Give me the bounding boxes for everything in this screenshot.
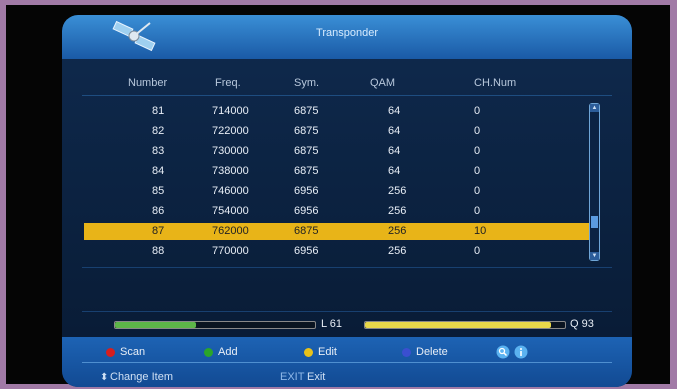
column-header-number: Number: [128, 77, 168, 89]
cell-sym: 6875: [294, 225, 319, 237]
column-header-chnum: CH.Num: [474, 77, 517, 89]
page-title: Transponder: [316, 27, 378, 39]
cell-freq: 754000: [212, 205, 249, 217]
exit-hint[interactable]: Exit: [307, 371, 325, 383]
cell-qam: 64: [388, 105, 401, 117]
cell-sym: 6875: [294, 105, 319, 117]
edit-button[interactable]: Edit: [318, 346, 337, 358]
scroll-down-icon[interactable]: ▼: [590, 252, 599, 260]
cell-chnum: 0: [474, 165, 481, 177]
updown-arrow-icon: ⬍: [100, 372, 109, 383]
scrollbar[interactable]: ▲ ▼: [589, 103, 600, 261]
cell-number: 85: [152, 185, 165, 197]
blue-key-icon: [402, 348, 411, 357]
cell-chnum: 0: [474, 105, 481, 117]
yellow-key-icon: [304, 348, 313, 357]
table-row[interactable]: 88 770000 6956 256 0: [84, 243, 592, 260]
cell-sym: 6875: [294, 165, 319, 177]
table-row[interactable]: 82 722000 6875 64 0: [84, 123, 592, 140]
table-row[interactable]: 81 714000 6875 64 0: [84, 103, 592, 120]
signal-level-fill: [115, 322, 196, 328]
cell-qam: 256: [388, 205, 407, 217]
scrollbar-thumb[interactable]: [591, 216, 598, 228]
footer-divider: [82, 362, 612, 363]
screen-frame: Transponder Number Freq. Sym. QAM CH.Num…: [6, 5, 670, 387]
header-divider: [82, 95, 612, 96]
delete-button[interactable]: Delete: [416, 346, 448, 358]
list-bottom-divider: [82, 267, 612, 268]
cell-chnum: 0: [474, 205, 481, 217]
transponder-panel: Transponder Number Freq. Sym. QAM CH.Num…: [62, 15, 632, 387]
cell-freq: 714000: [212, 105, 249, 117]
cell-sym: 6956: [294, 205, 319, 217]
add-button[interactable]: Add: [218, 346, 238, 358]
cell-chnum: 0: [474, 125, 481, 137]
cell-number: 87: [152, 225, 165, 237]
table-row[interactable]: 86 754000 6956 256 0: [84, 203, 592, 220]
cell-qam: 256: [388, 185, 407, 197]
scroll-up-icon[interactable]: ▲: [590, 104, 599, 112]
table-row[interactable]: 84 738000 6875 64 0: [84, 163, 592, 180]
cell-sym: 6956: [294, 185, 319, 197]
change-item-hint: Change Item: [110, 371, 173, 383]
table-row-selected[interactable]: 87 762000 6875 256 10: [84, 223, 592, 240]
cell-number: 81: [152, 105, 165, 117]
cell-qam: 64: [388, 165, 401, 177]
cell-freq: 762000: [212, 225, 249, 237]
cell-freq: 770000: [212, 245, 249, 257]
signal-quality-fill: [365, 322, 551, 328]
cell-freq: 730000: [212, 145, 249, 157]
red-key-icon: [106, 348, 115, 357]
cell-qam: 64: [388, 125, 401, 137]
cell-number: 86: [152, 205, 165, 217]
signal-level-bar: [114, 321, 316, 329]
signal-top-divider: [82, 311, 612, 312]
cell-chnum: 0: [474, 145, 481, 157]
green-key-icon: [204, 348, 213, 357]
cell-freq: 738000: [212, 165, 249, 177]
cell-sym: 6875: [294, 125, 319, 137]
cell-qam: 64: [388, 145, 401, 157]
cell-freq: 722000: [212, 125, 249, 137]
cell-chnum: 0: [474, 185, 481, 197]
cell-number: 84: [152, 165, 165, 177]
title-bar: Transponder: [62, 15, 632, 59]
cell-chnum: 0: [474, 245, 481, 257]
column-header-sym: Sym.: [294, 77, 320, 89]
column-header-qam: QAM: [370, 77, 396, 89]
cell-number: 88: [152, 245, 165, 257]
signal-quality-bar: [364, 321, 566, 329]
table-row[interactable]: 83 730000 6875 64 0: [84, 143, 592, 160]
cell-sym: 6875: [294, 145, 319, 157]
exit-key-label: EXIT: [280, 371, 305, 383]
cell-number: 83: [152, 145, 165, 157]
signal-level-label: L 61: [321, 318, 343, 330]
signal-quality-label: Q 93: [570, 318, 594, 330]
info-icon[interactable]: [514, 345, 528, 359]
scan-button[interactable]: Scan: [120, 346, 145, 358]
cell-qam: 256: [388, 225, 407, 237]
cell-freq: 746000: [212, 185, 249, 197]
search-icon[interactable]: [496, 345, 510, 359]
column-header-freq: Freq.: [215, 77, 241, 89]
cell-qam: 256: [388, 245, 407, 257]
cell-number: 82: [152, 125, 165, 137]
cell-sym: 6956: [294, 245, 319, 257]
table-row[interactable]: 85 746000 6956 256 0: [84, 183, 592, 200]
cell-chnum: 10: [474, 225, 487, 237]
